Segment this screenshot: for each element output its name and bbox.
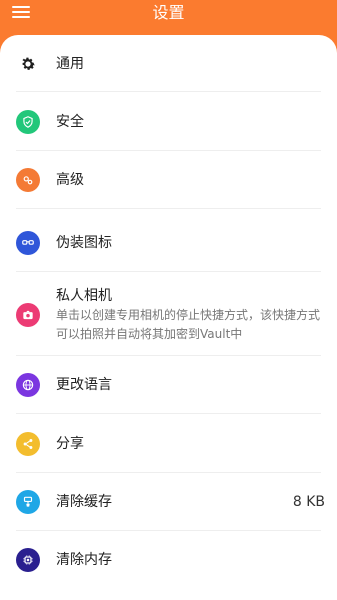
- globe-icon: [16, 373, 40, 397]
- disguise-icon: [16, 231, 40, 255]
- gear-icon: [16, 52, 40, 76]
- settings-item-label: 清除缓存: [56, 494, 112, 510]
- settings-item-label: 安全: [56, 114, 84, 130]
- brush-icon: [16, 490, 40, 514]
- settings-item-label: 通用: [56, 56, 84, 72]
- advanced-icon: [16, 168, 40, 192]
- settings-item-clear-memory[interactable]: 清除内存: [0, 531, 337, 589]
- settings-item-label: 分享: [56, 436, 84, 452]
- settings-item-label: 清除内存: [56, 552, 112, 568]
- settings-item-share[interactable]: 分享: [0, 414, 337, 473]
- settings-item-private-camera[interactable]: 私人相机 单击以创建专用相机的停止快捷方式，该快捷方式可以拍照并自动将其加密到V…: [0, 272, 337, 356]
- settings-item-label: 高级: [56, 172, 84, 188]
- chip-icon: [16, 548, 40, 572]
- settings-item-label: 伪装图标: [56, 235, 112, 251]
- share-icon: [16, 432, 40, 456]
- settings-screen: 设置 通用 安全 高级 伪装图标 私人相机 单击以创建专用相机的停止快捷方式，该…: [0, 0, 337, 600]
- camera-icon: [16, 303, 40, 327]
- page-title: 设置: [152, 3, 185, 22]
- settings-list: 通用 安全 高级 伪装图标 私人相机 单击以创建专用相机的停止快捷方式，该快捷方…: [0, 35, 337, 600]
- settings-item-label: 私人相机: [56, 288, 112, 304]
- cache-size-value: 8 KB: [292, 494, 325, 510]
- settings-item-clear-cache[interactable]: 清除缓存 8 KB: [0, 473, 337, 531]
- settings-item-disguise-icon[interactable]: 伪装图标: [0, 209, 337, 272]
- settings-item-description: 单击以创建专用相机的停止快捷方式，该快捷方式可以拍照并自动将其加密到Vault中: [56, 308, 321, 341]
- settings-item-language[interactable]: 更改语言: [0, 356, 337, 414]
- shield-check-icon: [16, 110, 40, 134]
- settings-item-advanced[interactable]: 高级: [0, 151, 337, 209]
- settings-item-general[interactable]: 通用: [0, 35, 337, 92]
- settings-item-label: 更改语言: [56, 377, 112, 393]
- settings-item-security[interactable]: 安全: [0, 92, 337, 151]
